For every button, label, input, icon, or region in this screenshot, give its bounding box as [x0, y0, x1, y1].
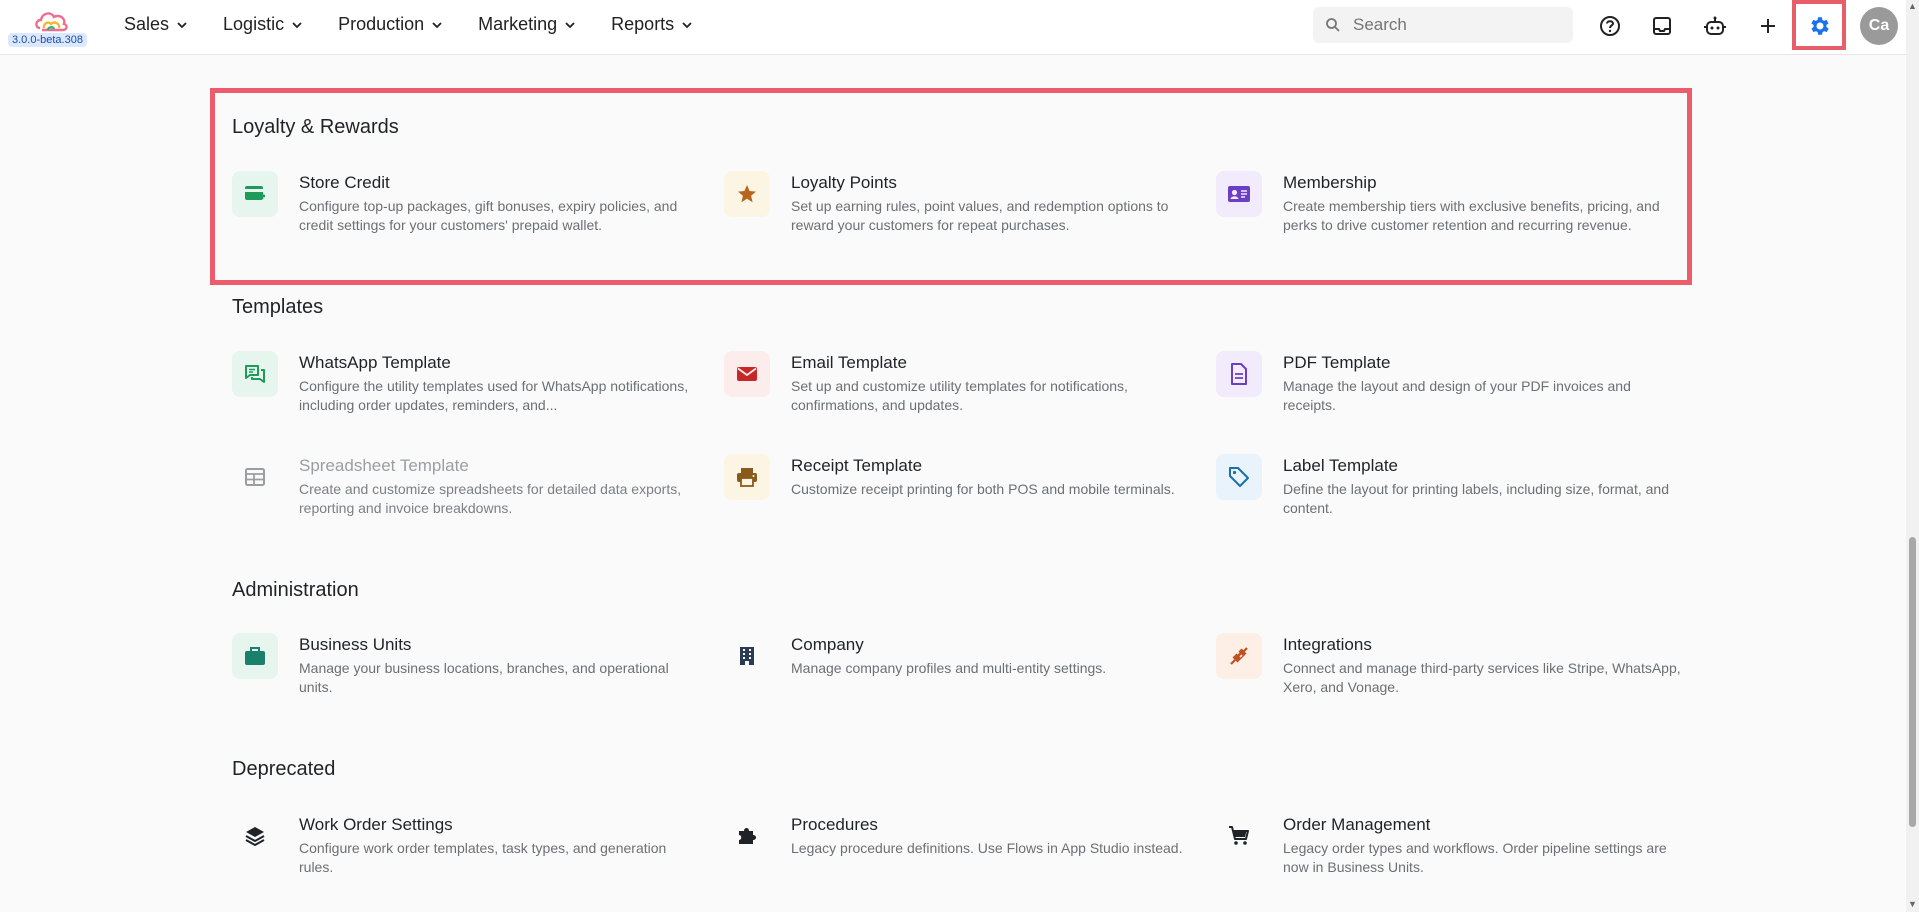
store-credit-icon [232, 171, 278, 217]
section-title-templates: Templates [232, 296, 324, 318]
section-title-administration: Administration [232, 579, 359, 601]
search-input[interactable] [1351, 14, 1555, 36]
card-description: Create membership tiers with exclusive b… [1283, 198, 1660, 233]
settings-button[interactable] [1805, 11, 1835, 41]
mail-icon [724, 351, 770, 397]
tag-icon [1216, 454, 1262, 500]
section-title-loyalty: Loyalty & Rewards [232, 116, 399, 138]
nav-reports[interactable]: Reports [611, 14, 692, 35]
card-title: Loyalty Points [791, 173, 897, 192]
card-title: PDF Template [1283, 353, 1391, 372]
card-title: Business Units [299, 635, 412, 654]
scroll-down-arrow[interactable]: ▼ [1908, 900, 1917, 909]
card-description: Set up and customize utility templates f… [791, 378, 1128, 413]
puzzle-icon [724, 813, 770, 859]
nav-sales[interactable]: Sales [124, 14, 187, 35]
printer-icon [724, 454, 770, 500]
cart-icon [1216, 813, 1262, 859]
card-title: Spreadsheet Template [299, 456, 469, 475]
inbox-button[interactable] [1647, 11, 1677, 41]
star-icon [724, 171, 770, 217]
nav-label: Sales [124, 14, 170, 34]
avatar[interactable]: Ca [1860, 7, 1898, 45]
briefcase-icon [232, 633, 278, 679]
chevron-down-icon [682, 21, 692, 28]
page-scrollbar[interactable]: ▲ ▼ [1906, 0, 1919, 912]
chevron-down-icon [292, 21, 302, 28]
card-description: Create and customize spreadsheets for de… [299, 481, 682, 516]
table-icon [232, 454, 278, 500]
assistant-button[interactable] [1700, 11, 1730, 41]
scroll-thumb[interactable] [1909, 537, 1916, 827]
card-title: Email Template [791, 353, 907, 372]
chat-icon [232, 351, 278, 397]
chevron-down-icon [432, 21, 442, 28]
layers-icon [232, 813, 278, 859]
nav-label: Reports [611, 14, 675, 34]
robot-icon [1704, 16, 1726, 35]
card-title: Procedures [791, 815, 878, 834]
card-title: Order Management [1283, 815, 1431, 834]
card-description: Configure work order templates, task typ… [299, 840, 667, 875]
help-button[interactable] [1595, 11, 1625, 41]
card-description: Configure the utility templates used for… [299, 378, 689, 413]
nav-production[interactable]: Production [338, 14, 442, 35]
scroll-up-arrow[interactable]: ▲ [1908, 2, 1917, 11]
building-icon [724, 633, 770, 679]
card-description: Manage company profiles and multi-entity… [791, 660, 1107, 676]
inbox-icon [1653, 17, 1671, 35]
cloud-logo-icon [35, 12, 68, 32]
card-title: WhatsApp Template [299, 353, 451, 372]
card-description: Legacy procedure definitions. Use Flows … [791, 840, 1183, 856]
main-nav: Sales Logistic Production Marketing Repo… [124, 14, 728, 35]
card-description: Connect and manage third-party services … [1283, 660, 1681, 695]
card-description: Manage your business locations, branches… [299, 660, 669, 695]
plus-icon [1761, 19, 1775, 33]
card-title: Work Order Settings [299, 815, 453, 834]
card-title: Membership [1283, 173, 1377, 192]
card-title: Receipt Template [791, 456, 923, 475]
membership-card-icon [1216, 171, 1262, 217]
help-icon [1600, 16, 1620, 36]
card-description: Manage the layout and design of your PDF… [1283, 378, 1631, 413]
card-title: Integrations [1283, 635, 1372, 654]
search-box[interactable] [1313, 7, 1573, 43]
nav-logistic[interactable]: Logistic [223, 14, 302, 35]
nav-marketing[interactable]: Marketing [478, 14, 575, 35]
plug-icon [1216, 633, 1262, 679]
search-icon [1326, 18, 1340, 32]
version-badge: 3.0.0-beta.308 [8, 33, 87, 47]
add-button[interactable] [1753, 11, 1783, 41]
card-description: Define the layout for printing labels, i… [1283, 481, 1669, 516]
top-bar: 3.0.0-beta.308 Sales Logistic Production… [0, 0, 1906, 55]
gear-icon [1811, 17, 1829, 35]
nav-label: Marketing [478, 14, 558, 34]
card-title: Store Credit [299, 173, 390, 192]
loyalty-section-highlight [210, 88, 1692, 285]
card-description: Configure top-up packages, gift bonuses,… [299, 198, 678, 233]
card-description: Set up earning rules, point values, and … [791, 198, 1169, 233]
document-icon [1216, 351, 1262, 397]
card-description: Legacy order types and workflows. Order … [1283, 840, 1667, 875]
card-title: Label Template [1283, 456, 1398, 475]
chevron-down-icon [177, 21, 187, 28]
card-description: Customize receipt printing for both POS … [791, 481, 1175, 497]
chevron-down-icon [565, 21, 575, 28]
card-title: Company [791, 635, 864, 654]
section-title-deprecated: Deprecated [232, 758, 336, 780]
nav-label: Logistic [223, 14, 285, 34]
nav-label: Production [338, 14, 425, 34]
